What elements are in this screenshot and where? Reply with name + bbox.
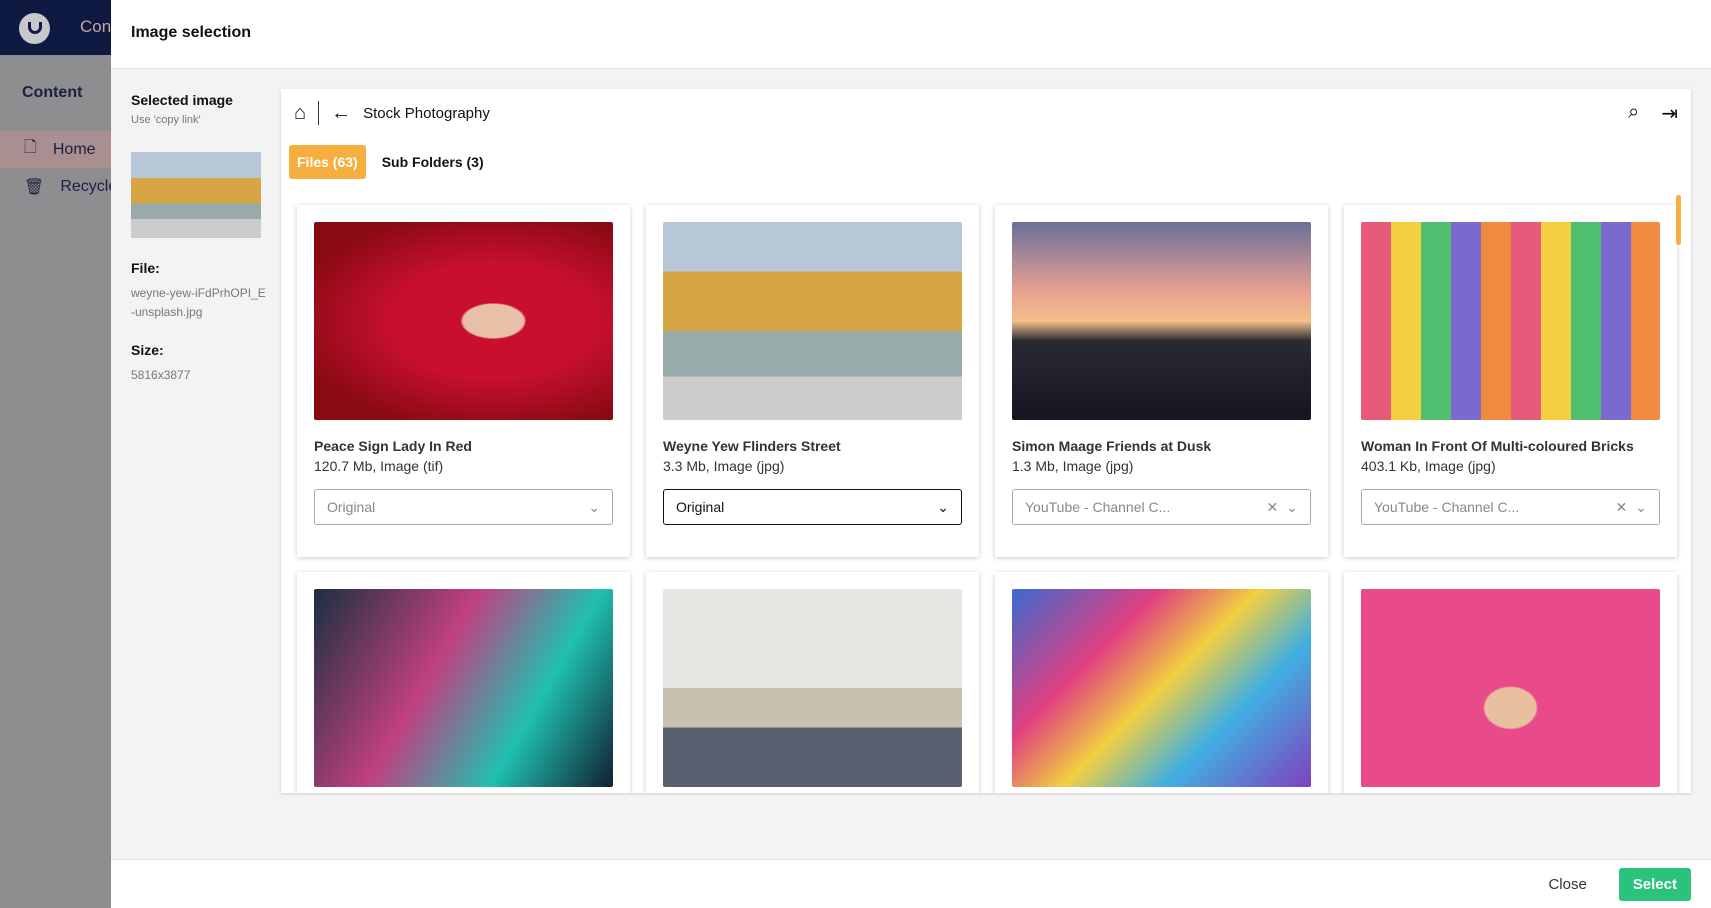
close-button[interactable]: Close [1534,868,1600,901]
image-thumbnail[interactable] [1012,589,1311,787]
file-value: weyne-yew-iFdPrhOPI_E-unsplash.jpg [131,286,266,319]
crop-select[interactable]: YouTube - Channel C... ✕ ⌄ [1361,489,1660,525]
sidebar-item-home[interactable]: 🗋 Home [0,131,111,168]
image-thumbnail[interactable] [1361,222,1660,420]
chevron-down-icon: ⌄ [1286,498,1298,515]
card-meta: 403.1 Kb, Image (jpg) [1361,458,1496,474]
breadcrumb: Stock Photography [363,104,490,122]
size-value: 5816x3877 [131,368,191,382]
chevron-down-icon: ⌄ [588,498,600,515]
select-button[interactable]: Select [1618,867,1691,901]
card-meta: 3.3 Mb, Image (jpg) [663,458,785,474]
media-card[interactable] [646,572,979,793]
divider [318,101,320,125]
card-name: Simon Maage Friends at Dusk [1012,438,1212,454]
scrollbar[interactable] [1676,195,1681,245]
trash-icon: 🗑 [24,178,45,196]
card-name: Weyne Yew Flinders Street [663,438,841,454]
media-card[interactable]: Woman In Front Of Multi-coloured Bricks … [1344,205,1677,557]
card-name: Woman In Front Of Multi-coloured Bricks [1361,438,1634,454]
media-card[interactable] [1344,572,1677,793]
image-thumbnail[interactable] [1361,589,1660,787]
clear-icon[interactable]: ✕ [1267,499,1279,516]
sidebar-title: Content [22,84,83,101]
card-meta: 1.3 Mb, Image (jpg) [1012,458,1134,474]
chevron-down-icon: ⌄ [937,498,949,515]
card-meta: 120.7 Mb, Image (tif) [314,458,444,474]
size-label: Size: [131,342,164,358]
back-arrow-icon[interactable]: ← [331,102,351,125]
sidebar-item-recycle-bin[interactable]: 🗑Recycle Bin [0,168,111,205]
image-thumbnail[interactable] [663,222,962,420]
image-selection-modal: Image selection Selected image Use 'copy… [111,0,1711,908]
selected-image-heading: Selected image [131,92,233,108]
logout-icon[interactable]: ⇥ [1661,101,1678,126]
document-icon: 🗋 [24,139,37,156]
crop-select[interactable]: YouTube - Channel C... ✕ ⌄ [1012,489,1311,525]
home-icon[interactable]: ⌂ [294,102,306,125]
media-card[interactable] [995,572,1328,793]
image-thumbnail[interactable] [314,222,613,420]
crop-select[interactable]: Original ⌄ [663,489,962,525]
chevron-down-icon: ⌄ [1635,498,1647,515]
selected-image-hint: Use 'copy link' [131,114,201,126]
modal-title: Image selection [111,0,1711,69]
clear-icon[interactable]: ✕ [1616,499,1628,516]
image-thumbnail[interactable] [1012,222,1311,420]
card-name: Peace Sign Lady In Red [314,438,472,454]
media-browser: ⌂ ← Stock Photography ⌕ ⇥ Files (63) Sub… [281,89,1691,793]
selected-image-panel: Selected image Use 'copy link' File: wey… [131,92,271,405]
selected-image-thumbnail [131,152,261,238]
image-thumbnail[interactable] [663,589,962,787]
media-card[interactable]: Simon Maage Friends at Dusk 1.3 Mb, Imag… [995,205,1328,557]
media-card[interactable]: Peace Sign Lady In Red 120.7 Mb, Image (… [297,205,630,557]
media-card[interactable] [297,572,630,793]
umbraco-logo[interactable] [19,13,50,44]
tab-files[interactable]: Files (63) [289,145,366,179]
file-label: File: [131,260,160,276]
tab-sub-folders[interactable]: Sub Folders (3) [374,145,492,179]
media-card[interactable]: Weyne Yew Flinders Street 3.3 Mb, Image … [646,205,979,557]
search-icon[interactable]: ⌕ [1628,101,1639,126]
crop-select[interactable]: Original ⌄ [314,489,613,525]
image-thumbnail[interactable] [314,589,613,787]
